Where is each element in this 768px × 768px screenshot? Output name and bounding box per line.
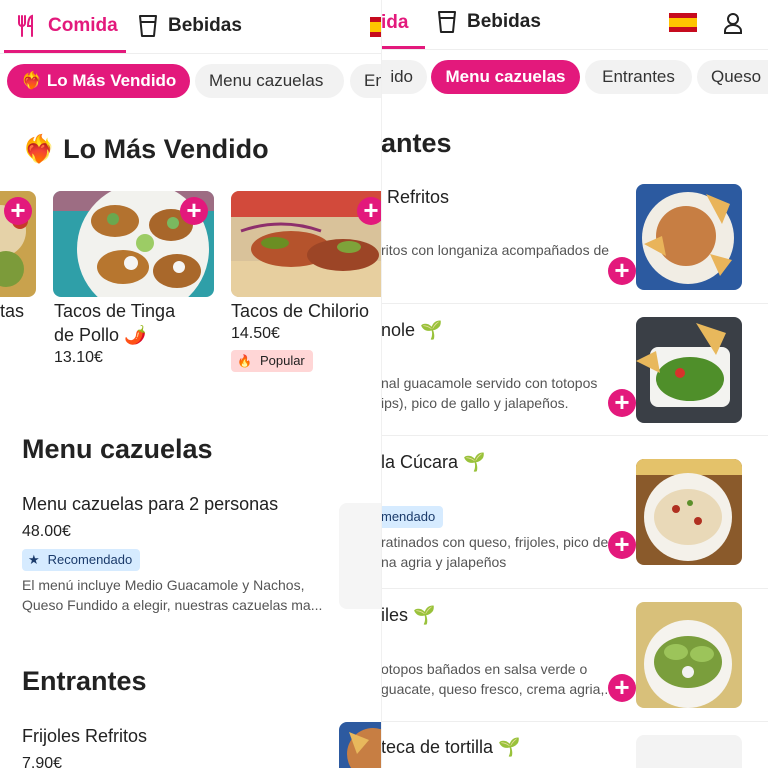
dish-image-placeholder[interactable] bbox=[636, 735, 742, 768]
section-title-best-sellers: ❤️‍🔥 Lo Más Vendido bbox=[22, 133, 269, 165]
category-pill-menu-cazuelas[interactable]: Menu cazuelas bbox=[195, 64, 344, 98]
category-pill-label: Entrantes bbox=[602, 67, 675, 86]
flame-icon: 🔥 bbox=[237, 354, 252, 368]
add-to-cart-button[interactable]: + bbox=[608, 257, 636, 285]
section-title-text: Lo Más Vendido bbox=[63, 134, 269, 164]
dish-image[interactable] bbox=[636, 459, 742, 565]
chili-icon: 🌶️ bbox=[124, 325, 147, 345]
dish-description: El menú incluye Medio Guacamole y Nachos… bbox=[22, 577, 323, 613]
item-divider bbox=[381, 588, 768, 589]
right-panel: ida Bebidas ido Menu cazuelas Entrantes … bbox=[381, 0, 768, 768]
popular-badge: 🔥 Popular bbox=[231, 350, 313, 372]
category-pill-label: Lo Más Vendido bbox=[46, 71, 177, 90]
category-pill-label: Menu cazuelas bbox=[445, 67, 566, 86]
category-pill-label: En bbox=[364, 71, 381, 90]
item-divider bbox=[381, 721, 768, 722]
dish-image[interactable] bbox=[636, 184, 742, 290]
dish-name[interactable]: nole 🌱 bbox=[381, 320, 442, 341]
dish-description: ratinados con queso, frijoles, pico de na… bbox=[381, 534, 609, 570]
category-pill-label: Queso bbox=[711, 67, 762, 86]
dish-price: 13.10€ bbox=[54, 349, 103, 366]
dish-price: 14.50€ bbox=[231, 325, 280, 342]
dish-name[interactable]: Menu cazuelas para 2 personas bbox=[22, 494, 278, 515]
heart-fire-icon: ❤️‍🔥 bbox=[22, 134, 56, 164]
language-flag-icon[interactable] bbox=[669, 13, 697, 32]
add-to-cart-button[interactable]: + bbox=[608, 531, 636, 559]
dish-name: Tacos de Chilorio bbox=[231, 301, 370, 321]
dish-name-line2: de Pollo 🌶️ bbox=[54, 325, 147, 345]
user-account-icon[interactable] bbox=[723, 12, 743, 34]
tab-bebidas[interactable]: Bebidas bbox=[437, 10, 541, 34]
item-divider bbox=[381, 303, 768, 304]
header-divider bbox=[381, 49, 768, 50]
category-pill-label: Menu cazuelas bbox=[209, 71, 324, 90]
add-to-cart-button[interactable]: + bbox=[4, 197, 32, 225]
dish-image[interactable] bbox=[636, 602, 742, 708]
dish-name[interactable]: Frijoles Refritos bbox=[22, 726, 147, 747]
dish-image[interactable] bbox=[636, 317, 742, 423]
glass-icon bbox=[438, 11, 456, 33]
category-pill-label: ido bbox=[390, 67, 413, 86]
dish-price: 48.00€ bbox=[22, 523, 71, 540]
badge-label: Popular bbox=[259, 353, 305, 368]
recommended-badge: ★ Recomendado bbox=[22, 549, 141, 571]
dish-price: 7.90€ bbox=[22, 755, 63, 768]
dish-image[interactable] bbox=[339, 722, 381, 768]
dish-name[interactable]: la Cúcara 🌱 bbox=[381, 452, 485, 473]
dish-name[interactable]: iles 🌱 bbox=[381, 605, 435, 626]
dish-description: ritos con longaniza acompañados de bbox=[381, 242, 610, 258]
left-panel: Comida Bebidas ❤️‍🔥 Lo Más Vendido Menu … bbox=[0, 0, 382, 768]
tab-bebidas[interactable]: Bebidas bbox=[138, 14, 242, 38]
section-title-menu-cazuelas: Menu cazuelas bbox=[22, 434, 213, 464]
tab-comida-label: Comida bbox=[48, 15, 118, 36]
add-to-cart-button[interactable]: + bbox=[608, 674, 636, 702]
recommended-badge: mendado bbox=[381, 506, 444, 528]
category-pill-entrantes[interactable]: En bbox=[350, 64, 381, 98]
category-pill-menu-cazuelas[interactable]: Menu cazuelas bbox=[431, 60, 580, 94]
category-pill-entrantes[interactable]: Entrantes bbox=[585, 60, 692, 94]
section-title-entrantes: Entrantes bbox=[22, 666, 147, 696]
tab-comida[interactable]: ida bbox=[381, 12, 408, 34]
dish-image-placeholder[interactable] bbox=[339, 503, 381, 609]
fork-knife-icon bbox=[18, 14, 33, 37]
dish-name[interactable]: Refritos bbox=[387, 187, 449, 208]
add-to-cart-button[interactable]: + bbox=[608, 389, 636, 417]
category-pill-best-sellers[interactable]: ❤️‍🔥 Lo Más Vendido bbox=[7, 64, 190, 98]
dish-name: Tacos de Tinga bbox=[54, 301, 176, 321]
add-to-cart-button[interactable]: + bbox=[180, 197, 208, 225]
sprout-icon: 🌱 bbox=[498, 737, 521, 757]
star-icon: ★ bbox=[28, 552, 40, 567]
flag-icon[interactable] bbox=[370, 17, 381, 37]
glass-icon bbox=[139, 15, 157, 37]
badge-label: Recomendado bbox=[47, 552, 133, 567]
sprout-icon: 🌱 bbox=[463, 452, 486, 472]
add-to-cart-button[interactable]: + bbox=[357, 197, 381, 225]
tab-comida[interactable]: Comida bbox=[16, 14, 118, 38]
dish-name[interactable]: teca de tortilla 🌱 bbox=[381, 737, 521, 758]
tab-bebidas-label: Bebidas bbox=[467, 11, 541, 32]
category-pill-best-sellers[interactable]: ido bbox=[381, 60, 427, 94]
header-divider bbox=[0, 53, 381, 54]
section-title-entrantes: antes bbox=[381, 128, 452, 158]
tab-bebidas-label: Bebidas bbox=[168, 15, 242, 36]
category-pill-queso[interactable]: Queso bbox=[697, 60, 768, 94]
tab-comida-label: ida bbox=[381, 12, 409, 33]
dish-description: otopos bañados en salsa verde o guacate, … bbox=[381, 661, 617, 697]
sprout-icon: 🌱 bbox=[420, 320, 443, 340]
sprout-icon: 🌱 bbox=[413, 605, 436, 625]
badge-label: mendado bbox=[381, 509, 436, 524]
dish-description: nal guacamole servido con totopos ips), p… bbox=[381, 375, 598, 411]
dish-name: tas bbox=[0, 301, 25, 321]
item-divider bbox=[381, 435, 768, 436]
heart-fire-icon: ❤️‍🔥 bbox=[21, 71, 43, 90]
